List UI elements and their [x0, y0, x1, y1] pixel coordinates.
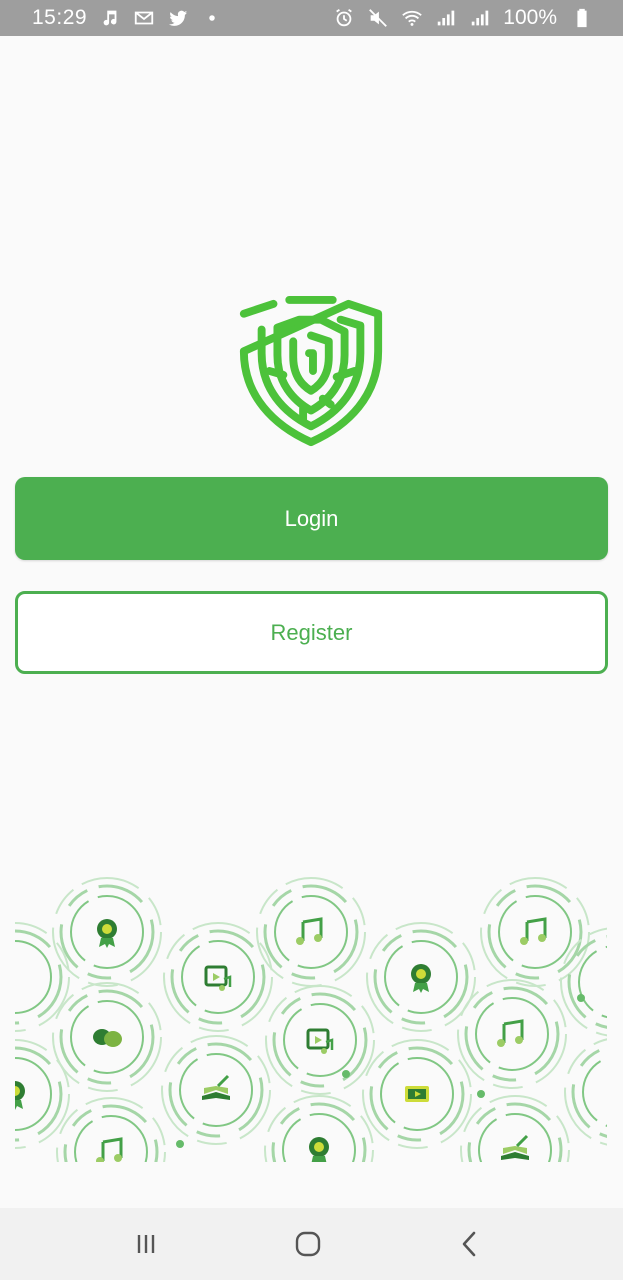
video-icon: [405, 1086, 429, 1102]
status-bar: 15:29 100%: [0, 0, 623, 36]
login-button[interactable]: Login: [15, 477, 608, 560]
mute-icon: [367, 7, 389, 29]
recent-apps-icon[interactable]: [116, 1222, 176, 1266]
status-left: 15:29: [32, 6, 223, 30]
music-note-icon: [518, 917, 548, 947]
award-icon: [309, 1137, 329, 1162]
system-nav-bar: [0, 1208, 623, 1280]
music-note-icon: [294, 917, 324, 947]
award-icon: [97, 919, 117, 948]
award-icon: [411, 964, 431, 993]
book-icon: [200, 1074, 232, 1102]
decorative-pattern: [15, 872, 607, 1162]
status-time: 15:29: [32, 6, 88, 29]
shield-logo: [232, 292, 390, 450]
music-video-icon: [306, 1028, 334, 1056]
register-button[interactable]: Register: [15, 591, 608, 674]
back-icon[interactable]: [440, 1222, 500, 1266]
wifi-icon: [401, 7, 423, 29]
battery-icon: [571, 7, 593, 29]
music-note-icon: [94, 1137, 124, 1162]
award-icon: [15, 1081, 25, 1110]
alarm-icon: [333, 7, 355, 29]
gmail-icon: [133, 7, 155, 29]
theater-masks-icon: [93, 1029, 122, 1047]
shield-logo-icon: [239, 295, 383, 447]
book-icon: [499, 1134, 531, 1162]
music-note-icon: [495, 1019, 525, 1049]
dot-icon: [201, 7, 223, 29]
home-icon[interactable]: [278, 1222, 338, 1266]
status-right: 100%: [333, 6, 593, 30]
music-video-icon: [204, 965, 232, 993]
signal-icon: [435, 7, 457, 29]
twitter-icon: [167, 7, 189, 29]
music-note-icon: [99, 7, 121, 29]
battery-percent: 100%: [503, 6, 557, 29]
signal-icon: [469, 7, 491, 29]
